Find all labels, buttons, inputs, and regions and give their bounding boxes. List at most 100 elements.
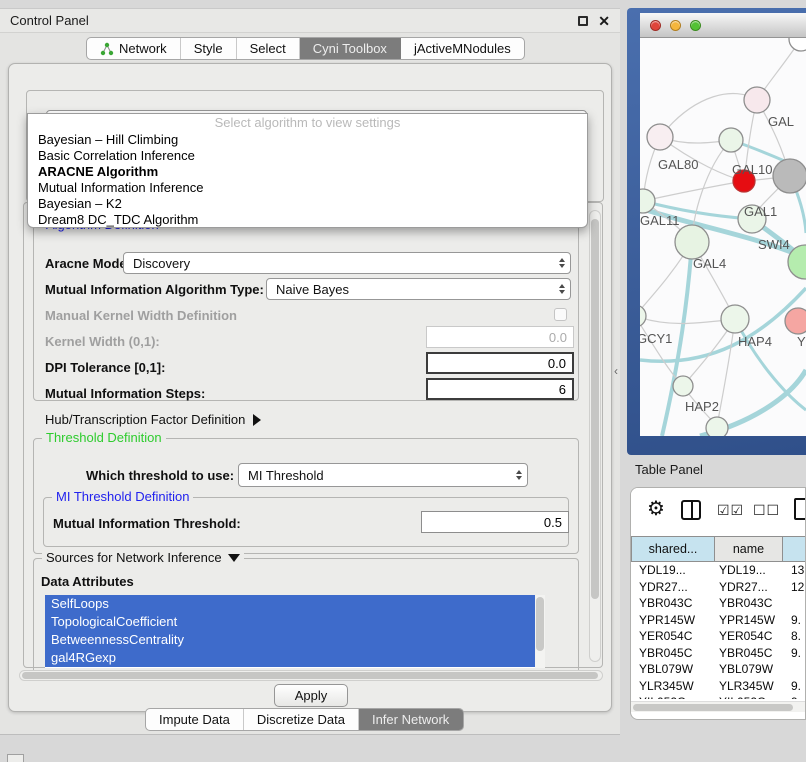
network-canvas[interactable]: GAL GAL80 GAL10 GAL1 GAL11 SWI4 GAL4 GCY…	[640, 38, 806, 436]
node-label: SWI4	[758, 237, 790, 252]
algorithm-dropdown-popup: Select algorithm to view settings Bayesi…	[27, 113, 588, 228]
attribute-item[interactable]: TopologicalCoefficient	[45, 613, 545, 631]
mi-threshold-field[interactable]	[421, 511, 569, 533]
dropdown-option[interactable]: Bayesian – K2	[28, 196, 587, 212]
tab-network[interactable]: Network	[87, 38, 181, 59]
network-node[interactable]	[673, 376, 693, 396]
manual-kernel-checkbox[interactable]	[554, 308, 567, 321]
control-panel-title: Control Panel	[10, 13, 89, 28]
table-horizontal-scrollbar[interactable]	[631, 701, 805, 712]
hub-definition-label: Hub/Transcription Factor Definition	[45, 412, 245, 427]
corner-widget-partial	[7, 754, 24, 762]
attribute-list-scrollbar[interactable]	[535, 595, 545, 668]
dropdown-option[interactable]: Mutual Information Inference	[28, 180, 587, 196]
settings-horizontal-scrollbar[interactable]	[19, 670, 603, 681]
mi-type-combobox[interactable]: Naive Bayes	[266, 278, 571, 300]
aracne-mode-combobox[interactable]: Discovery	[123, 252, 571, 274]
tab-jactivemnodules[interactable]: jActiveMNodules	[401, 38, 524, 59]
combo-stepper-icon	[511, 464, 527, 486]
tab-impute-data[interactable]: Impute Data	[146, 709, 244, 730]
dropdown-option-selected[interactable]: ARACNE Algorithm	[28, 164, 587, 180]
network-node[interactable]	[647, 124, 673, 150]
combo-stepper-icon	[554, 279, 570, 299]
settings-vertical-scrollbar[interactable]	[589, 210, 601, 662]
application-root: Control Panel ✕ Network Style	[0, 0, 806, 762]
panel-splitter-handle[interactable]: ‹	[614, 364, 618, 378]
checked-boxes-icon[interactable]: ☑☑	[717, 502, 744, 519]
table-body: YDL19...YDL19...13 YDR27...YDR27...12 YB…	[631, 562, 805, 699]
table-row[interactable]: YIL052CYIL052C9.	[631, 694, 805, 699]
kernel-width-label: Kernel Width (0,1):	[45, 334, 160, 349]
mi-steps-field[interactable]	[426, 378, 574, 400]
tab-select[interactable]: Select	[237, 38, 300, 59]
tab-style[interactable]: Style	[181, 38, 237, 59]
network-node[interactable]	[785, 308, 806, 334]
close-button[interactable]	[650, 20, 661, 31]
tab-cyni-toolbox[interactable]: Cyni Toolbox	[300, 38, 401, 59]
close-panel-icon[interactable]: ✕	[598, 16, 610, 26]
tab-select-label: Select	[250, 41, 286, 56]
table-row[interactable]: YER054CYER054C8.	[631, 628, 805, 645]
dropdown-option[interactable]: Basic Correlation Inference	[28, 148, 587, 164]
table-row[interactable]: YLR345WYLR345W9.	[631, 678, 805, 695]
table-row[interactable]: YPR145WYPR145W9.	[631, 612, 805, 629]
unchecked-boxes-icon[interactable]: ☐☐	[753, 502, 780, 519]
gear-icon[interactable]: ⚙	[647, 496, 665, 521]
mi-steps-label: Mutual Information Steps:	[45, 386, 205, 401]
table-row[interactable]: YDR27...YDR27...12	[631, 579, 805, 596]
document-icon[interactable]	[794, 498, 806, 520]
minimize-button[interactable]	[670, 20, 681, 31]
attribute-item[interactable]: gal4RGexp	[45, 649, 545, 667]
float-window-icon[interactable]	[578, 16, 588, 26]
column-header-partial[interactable]	[783, 536, 806, 562]
network-node[interactable]	[744, 87, 770, 113]
data-attributes-list: SelfLoops TopologicalCoefficient Between…	[45, 595, 545, 668]
network-node[interactable]	[640, 305, 646, 327]
node-label: HAP2	[685, 399, 719, 414]
aracne-mode-value: Discovery	[133, 256, 190, 271]
which-threshold-label: Which threshold to use:	[86, 468, 234, 483]
cyni-toolbox-panel: gal-filtered.sif default node Cyni Algor…	[8, 63, 612, 712]
sources-title[interactable]: Sources for Network Inference	[42, 550, 244, 565]
network-node[interactable]	[675, 225, 709, 259]
column-header-shared-name[interactable]: shared...	[631, 536, 715, 562]
node-label: GAL80	[658, 157, 698, 172]
table-row[interactable]: YBL079WYBL079W	[631, 661, 805, 678]
columns-icon[interactable]	[681, 500, 701, 520]
network-view-window: GAL GAL80 GAL10 GAL1 GAL11 SWI4 GAL4 GCY…	[627, 8, 806, 455]
aracne-mode-label: Aracne Mode:	[45, 256, 131, 271]
tab-discretize-data[interactable]: Discretize Data	[244, 709, 359, 730]
which-threshold-value: MI Threshold	[248, 468, 324, 483]
network-icon	[100, 42, 114, 56]
table-header-row: shared... name	[631, 536, 806, 562]
threshold-definition-title: Threshold Definition	[42, 430, 166, 445]
attribute-item[interactable]: BetweennessCentrality	[45, 631, 545, 649]
tab-jactivemnodules-label: jActiveMNodules	[414, 41, 511, 56]
manual-kernel-label: Manual Kernel Width Definition	[45, 308, 237, 323]
dropdown-option[interactable]: Dream8 DC_TDC Algorithm	[28, 212, 587, 228]
node-label: GAL11	[640, 213, 680, 228]
node-label: GCY1	[640, 331, 672, 346]
kernel-width-field[interactable]	[426, 326, 574, 348]
table-row[interactable]: YDL19...YDL19...13	[631, 562, 805, 579]
apply-button[interactable]: Apply	[274, 684, 348, 707]
control-panel-tab-bar: Network Style Select Cyni Toolbox jActiv…	[86, 37, 525, 60]
dpi-tolerance-field[interactable]	[426, 352, 574, 374]
node-label: Y	[797, 334, 806, 349]
attribute-item[interactable]: SelfLoops	[45, 595, 545, 613]
dropdown-option[interactable]: Bayesian – Hill Climbing	[28, 132, 587, 148]
which-threshold-combobox[interactable]: MI Threshold	[238, 463, 528, 487]
column-header-name[interactable]: name	[715, 536, 783, 562]
network-node[interactable]	[706, 417, 728, 436]
network-node[interactable]	[721, 305, 749, 333]
network-node[interactable]	[789, 38, 806, 51]
network-node[interactable]	[773, 159, 806, 193]
node-label: GAL1	[744, 204, 777, 219]
cyni-bottom-tab-bar: Impute Data Discretize Data Infer Networ…	[145, 708, 464, 731]
tab-infer-network[interactable]: Infer Network	[359, 709, 463, 730]
network-node[interactable]	[719, 128, 743, 152]
hub-definition-toggle[interactable]: Hub/Transcription Factor Definition	[45, 412, 261, 427]
zoom-button[interactable]	[690, 20, 701, 31]
table-row[interactable]: YBR045CYBR045C9.	[631, 645, 805, 662]
table-row[interactable]: YBR043CYBR043C	[631, 595, 805, 612]
